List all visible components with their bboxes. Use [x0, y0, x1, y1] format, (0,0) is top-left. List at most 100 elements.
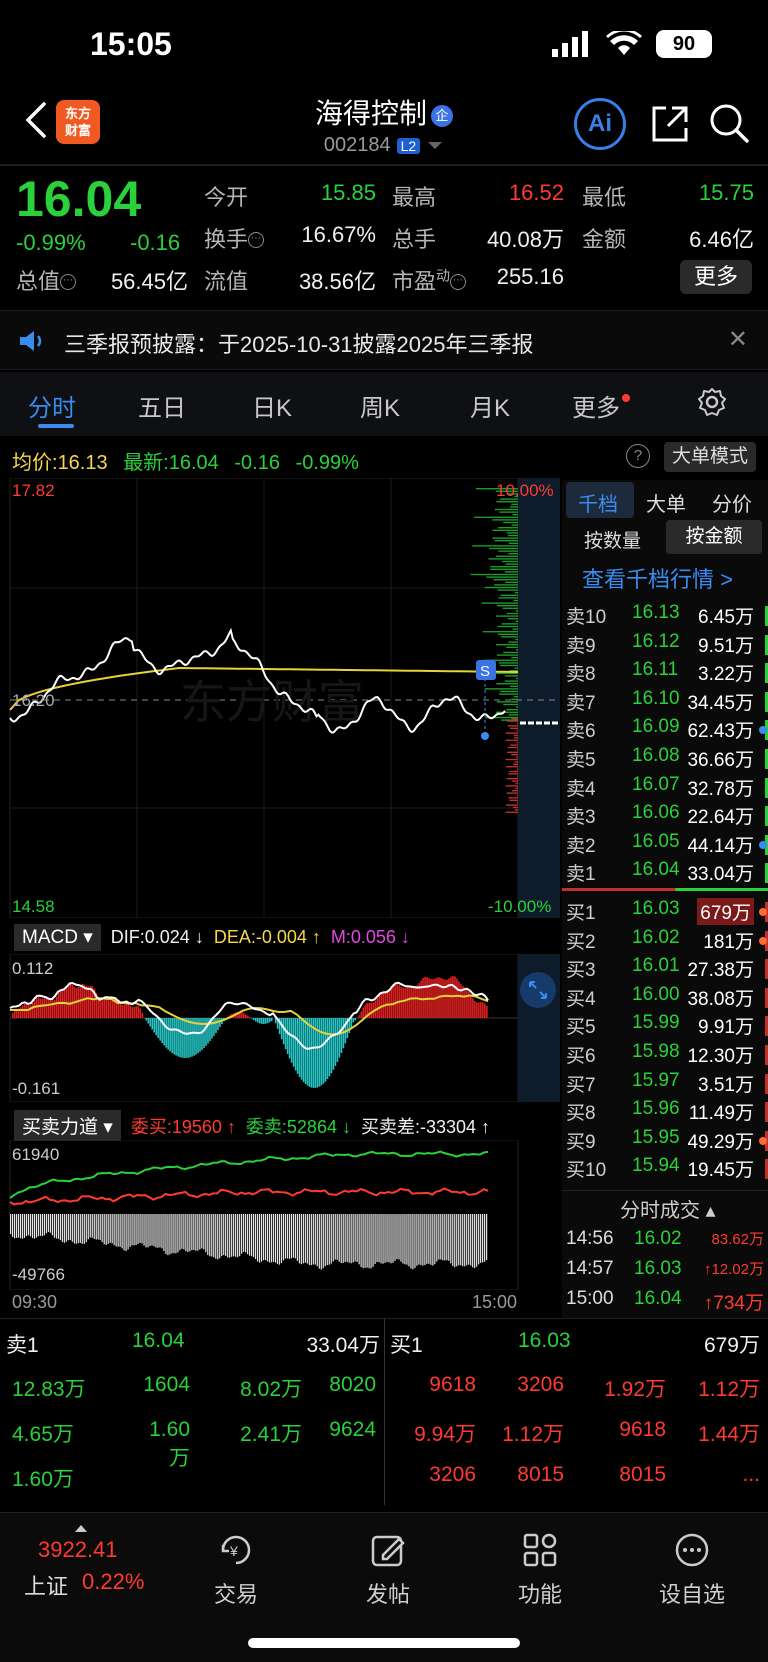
active-tab-indicator: [38, 424, 74, 428]
bt-sell-label: 卖1: [6, 1334, 39, 1357]
ask-label: 卖6: [566, 721, 596, 743]
buy-trade-cell: 8015: [517, 1463, 564, 1486]
bid-volume: 3.51万: [698, 1074, 754, 1096]
float-cap-value: 38.56亿: [298, 269, 376, 294]
bid-row[interactable]: 买8 15.96 11.49万: [562, 1098, 768, 1126]
macd-selector[interactable]: MACD ▾: [14, 924, 101, 951]
turnover-label[interactable]: 换手 ⋯: [204, 222, 265, 254]
ask-row[interactable]: 卖3 16.06 22.64万: [562, 802, 768, 830]
bid-row[interactable]: 买1 16.03 679万: [562, 898, 768, 926]
svg-text:¥: ¥: [229, 1543, 238, 1559]
bid-price: 16.00: [632, 983, 680, 1005]
buy-trade-cell: 3206: [429, 1463, 476, 1486]
bt-sell-price: 16.04: [132, 1329, 185, 1352]
change-amount: -0.16: [130, 230, 181, 255]
nav-watchlist[interactable]: 设自选: [632, 1531, 752, 1609]
ask-label: 卖9: [566, 635, 596, 657]
ask-label: 卖7: [566, 692, 596, 714]
nav-trade[interactable]: ¥ 交易: [176, 1531, 296, 1609]
pe-label[interactable]: 市盈动 ⋯: [392, 264, 467, 296]
bid-price: 15.98: [632, 1041, 680, 1062]
ask-row[interactable]: 卖4 16.07 32.78万: [562, 774, 768, 802]
close-icon[interactable]: ✕: [728, 325, 748, 354]
bid-row[interactable]: 买5 15.99 9.91万: [562, 1012, 768, 1040]
tick-row: 15:00 16.04 ↑734万: [562, 1288, 768, 1316]
expand-icon[interactable]: [520, 972, 556, 1008]
ai-icon[interactable]: Ai: [574, 98, 626, 150]
intraday-price-chart[interactable]: 东方财富 S 17.82 14.58 16.20 10.00% -10.00%: [0, 478, 562, 918]
sell-trade-cell: 12.83万: [12, 1378, 86, 1401]
tab-week-k[interactable]: 周K: [360, 388, 400, 423]
info-icon: ⋯: [60, 274, 77, 290]
ask-row[interactable]: 卖5 16.08 36.66万: [562, 745, 768, 773]
bid-volume: 38.08万: [687, 988, 754, 1010]
ask-row[interactable]: 卖2 16.05 44.14万: [562, 831, 768, 859]
ask-label: 卖2: [566, 835, 596, 857]
settings-icon[interactable]: [696, 386, 728, 418]
sell-trade-cell: 8.02万: [240, 1378, 302, 1401]
bid-row[interactable]: 买2 16.02 181万: [562, 927, 768, 955]
bid-row[interactable]: 买4 16.00 38.08万: [562, 984, 768, 1012]
time-axis-start: 09:30: [12, 1292, 58, 1312]
bid-row[interactable]: 买10 15.94 19.45万: [562, 1155, 768, 1183]
high-label: 最高: [392, 185, 437, 210]
bid-price: 16.02: [632, 926, 680, 948]
bid-row[interactable]: 买7 15.97 3.51万: [562, 1070, 768, 1098]
ask-price: 16.06: [632, 802, 680, 824]
tab-month-k[interactable]: 月K: [470, 388, 510, 423]
share-icon[interactable]: [650, 104, 690, 144]
toggle-by-quantity[interactable]: 按数量: [584, 526, 641, 553]
price-axis-bottom: 14.58: [12, 897, 55, 916]
announcement-bar[interactable]: 三季报预披露：于2025-10-31披露2025年三季报 ✕: [0, 310, 768, 370]
tick-time: 14:57: [566, 1258, 614, 1279]
help-icon[interactable]: ?: [626, 444, 650, 468]
ticks-title[interactable]: 分时成交 ▴: [620, 1194, 716, 1223]
ob-tab-price[interactable]: 分价: [712, 488, 752, 517]
price-info-line: 均价:16.13 最新:16.04 -0.16 -0.99%: [12, 452, 359, 474]
ask-volume: 62.43万: [687, 721, 754, 743]
tab-intraday[interactable]: 分时: [28, 388, 76, 423]
tab-five-day[interactable]: 五日: [138, 388, 186, 423]
buy-trade-cell: 9618: [429, 1373, 476, 1396]
tick-time: 14:56: [566, 1228, 614, 1249]
ask-row[interactable]: 卖8 16.11 3.22万: [562, 659, 768, 687]
tab-more[interactable]: 更多: [572, 388, 630, 423]
force-selector[interactable]: 买卖力道 ▾: [14, 1110, 121, 1141]
ask-row[interactable]: 卖6 16.09 62.43万: [562, 716, 768, 744]
volume-value: 40.08万: [486, 227, 564, 252]
bid-row[interactable]: 买6 15.98 12.30万: [562, 1041, 768, 1069]
volume-label: 总手: [392, 227, 437, 252]
low-label: 最低: [582, 185, 627, 210]
ob-tab-big-order[interactable]: 大单: [646, 488, 686, 517]
force-chart[interactable]: 61940 -49766: [0, 1140, 562, 1290]
toggle-by-amount[interactable]: 按金额: [666, 520, 762, 554]
macd-chart[interactable]: 0.112 -0.161: [0, 954, 562, 1102]
search-icon[interactable]: [708, 102, 750, 144]
big-order-mode-button[interactable]: 大单模式: [664, 442, 756, 472]
ob-tab-depth[interactable]: 千档: [578, 488, 618, 517]
bid-price: 16.01: [632, 955, 680, 977]
nav-post[interactable]: 发帖: [328, 1531, 448, 1609]
macd-header: MACD ▾ DIF:0.024 ↓ DEA:-0.004 ↑ M:0.056 …: [14, 924, 410, 951]
ask-volume: 32.78万: [687, 778, 754, 800]
wifi-icon: [606, 31, 642, 55]
tick-row: 14:56 16.02 83.62万: [562, 1228, 768, 1256]
tick-price: 16.02: [634, 1228, 682, 1249]
more-button[interactable]: 更多: [680, 260, 752, 294]
view-depth-link[interactable]: 查看千档行情 >: [582, 562, 733, 594]
ask-label: 卖5: [566, 750, 596, 771]
sell-trade-cell: 9624: [329, 1418, 376, 1441]
ask-row[interactable]: 卖7 16.10 34.45万: [562, 688, 768, 716]
ask-row[interactable]: 卖1 16.04 33.04万: [562, 859, 768, 887]
ask-label: 卖3: [566, 807, 596, 829]
tab-day-k[interactable]: 日K: [252, 388, 292, 423]
ask-row[interactable]: 卖9 16.12 9.51万: [562, 631, 768, 659]
index-name[interactable]: 上证: [24, 1569, 68, 1601]
bid-row[interactable]: 买3 16.01 27.38万: [562, 955, 768, 983]
bid-row[interactable]: 买9 15.95 49.29万: [562, 1127, 768, 1155]
nav-functions[interactable]: 功能: [480, 1531, 600, 1609]
bt-buy-vol: 679万: [703, 1334, 760, 1357]
ask-row[interactable]: 卖10 16.13 6.45万: [562, 602, 768, 630]
market-cap-label[interactable]: 总值 ⋯: [16, 264, 77, 296]
buy-trade-cell: 1.12万: [698, 1378, 760, 1401]
